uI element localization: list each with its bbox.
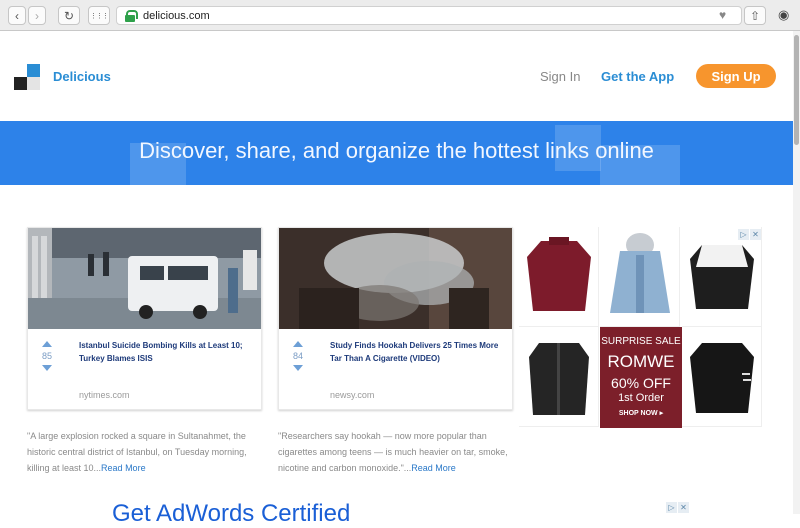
card-excerpt: "Researchers say hookah — now more popul… <box>278 428 510 476</box>
reload-icon: ↻ <box>63 8 75 23</box>
share-button[interactable]: ⇧ <box>744 6 766 25</box>
banner-tagline: Discover, share, and organize the hottes… <box>139 138 654 163</box>
black-jacket-image-icon <box>529 343 589 415</box>
ad-product-striped-sweater[interactable] <box>682 327 762 427</box>
card-excerpt: "A large explosion rocked a square in Su… <box>27 428 259 476</box>
vote-widget: 84 <box>287 341 309 371</box>
promo-first-order: 1st Order <box>618 392 664 404</box>
site-header: Delicious Sign In Get the App Sign Up <box>0 31 793 121</box>
vote-count: 85 <box>41 351 52 361</box>
get-the-app-link[interactable]: Get the App <box>601 69 674 84</box>
read-more-link[interactable]: Read More <box>101 463 146 473</box>
read-more-link[interactable]: Read More <box>411 463 456 473</box>
reload-button[interactable]: ↻ <box>58 6 80 25</box>
promo-brand: ROMWE <box>607 352 675 371</box>
promo-shop-now[interactable]: SHOP NOW ▸ <box>600 410 682 417</box>
romwe-ad[interactable]: SURPRISE SALE ROMWE 60% OFF 1st Order SH… <box>519 227 763 428</box>
tab-overview-button[interactable]: ⋮⋮⋮ <box>88 6 110 25</box>
address-bar[interactable]: delicious.com <box>116 6 742 25</box>
ad-close-icon[interactable]: ✕ <box>750 229 761 240</box>
adwords-ad-headline[interactable]: Get AdWords Certified <box>112 500 350 528</box>
card-thumbnail[interactable] <box>28 228 261 329</box>
back-icon: ‹ <box>15 8 19 23</box>
promo-headline: SURPRISE SALE <box>601 336 681 347</box>
scrollbar-thumb[interactable] <box>794 35 799 145</box>
ad-product-black-jacket[interactable] <box>519 327 599 427</box>
link-card[interactable]: 85 Istanbul Suicide Bombing Kills at Lea… <box>27 227 262 410</box>
heart-icon[interactable]: ♥ <box>719 8 726 22</box>
upvote-icon[interactable] <box>42 341 52 347</box>
ad-close-icon[interactable]: ✕ <box>678 502 689 513</box>
card-source[interactable]: nytimes.com <box>79 390 130 400</box>
ad-choices-icon[interactable]: ▷ <box>738 229 749 240</box>
card-source[interactable]: newsy.com <box>330 390 374 400</box>
user-icon[interactable]: ◉ <box>778 7 789 23</box>
sweater-image-icon <box>527 237 591 311</box>
card-thumbnail[interactable] <box>279 228 512 329</box>
card-title-link[interactable]: Istanbul Suicide Bombing Kills at Least … <box>79 339 254 365</box>
excerpt-text: "Researchers say hookah — now more popul… <box>278 431 508 473</box>
back-button[interactable]: ‹ <box>8 6 26 25</box>
share-icon: ⇧ <box>749 8 761 23</box>
ad-product-denim-jacket[interactable] <box>600 227 680 327</box>
grid-icon: ⋮⋮⋮ <box>90 12 109 20</box>
sweatshirt-image-icon <box>690 245 754 309</box>
forward-icon: › <box>35 8 39 23</box>
url-text: delicious.com <box>143 9 210 22</box>
striped-sweater-image-icon <box>690 343 754 413</box>
lock-icon <box>125 10 138 22</box>
promo-tile[interactable]: SURPRISE SALE ROMWE 60% OFF 1st Order SH… <box>600 327 682 428</box>
delicious-logo-icon[interactable] <box>14 64 40 90</box>
ad-product-sweatshirt[interactable] <box>682 227 762 327</box>
downvote-icon[interactable] <box>293 365 303 371</box>
card-title-link[interactable]: Study Finds Hookah Delivers 25 Times Mor… <box>330 339 505 365</box>
vote-widget: 85 <box>36 341 58 371</box>
jacket-image-icon <box>610 233 670 313</box>
downvote-icon[interactable] <box>42 365 52 371</box>
page-scrollbar[interactable] <box>793 31 800 514</box>
browser-toolbar: ‹ › ↻ ⋮⋮⋮ delicious.com ♥ ⇧ ◉ <box>0 0 800 31</box>
promo-discount: 60% OFF <box>611 375 671 391</box>
ad-choices-icon[interactable]: ▷ <box>666 502 677 513</box>
upvote-icon[interactable] <box>293 341 303 347</box>
forward-button[interactable]: › <box>28 6 46 25</box>
link-card[interactable]: 84 Study Finds Hookah Delivers 25 Times … <box>278 227 513 410</box>
sign-up-button[interactable]: Sign Up <box>696 64 776 88</box>
ad-product-sweater[interactable] <box>519 227 599 327</box>
sign-in-link[interactable]: Sign In <box>540 69 580 84</box>
hero-banner: Discover, share, and organize the hottes… <box>0 121 793 185</box>
vote-count: 84 <box>292 351 303 361</box>
brand-name[interactable]: Delicious <box>53 69 111 84</box>
